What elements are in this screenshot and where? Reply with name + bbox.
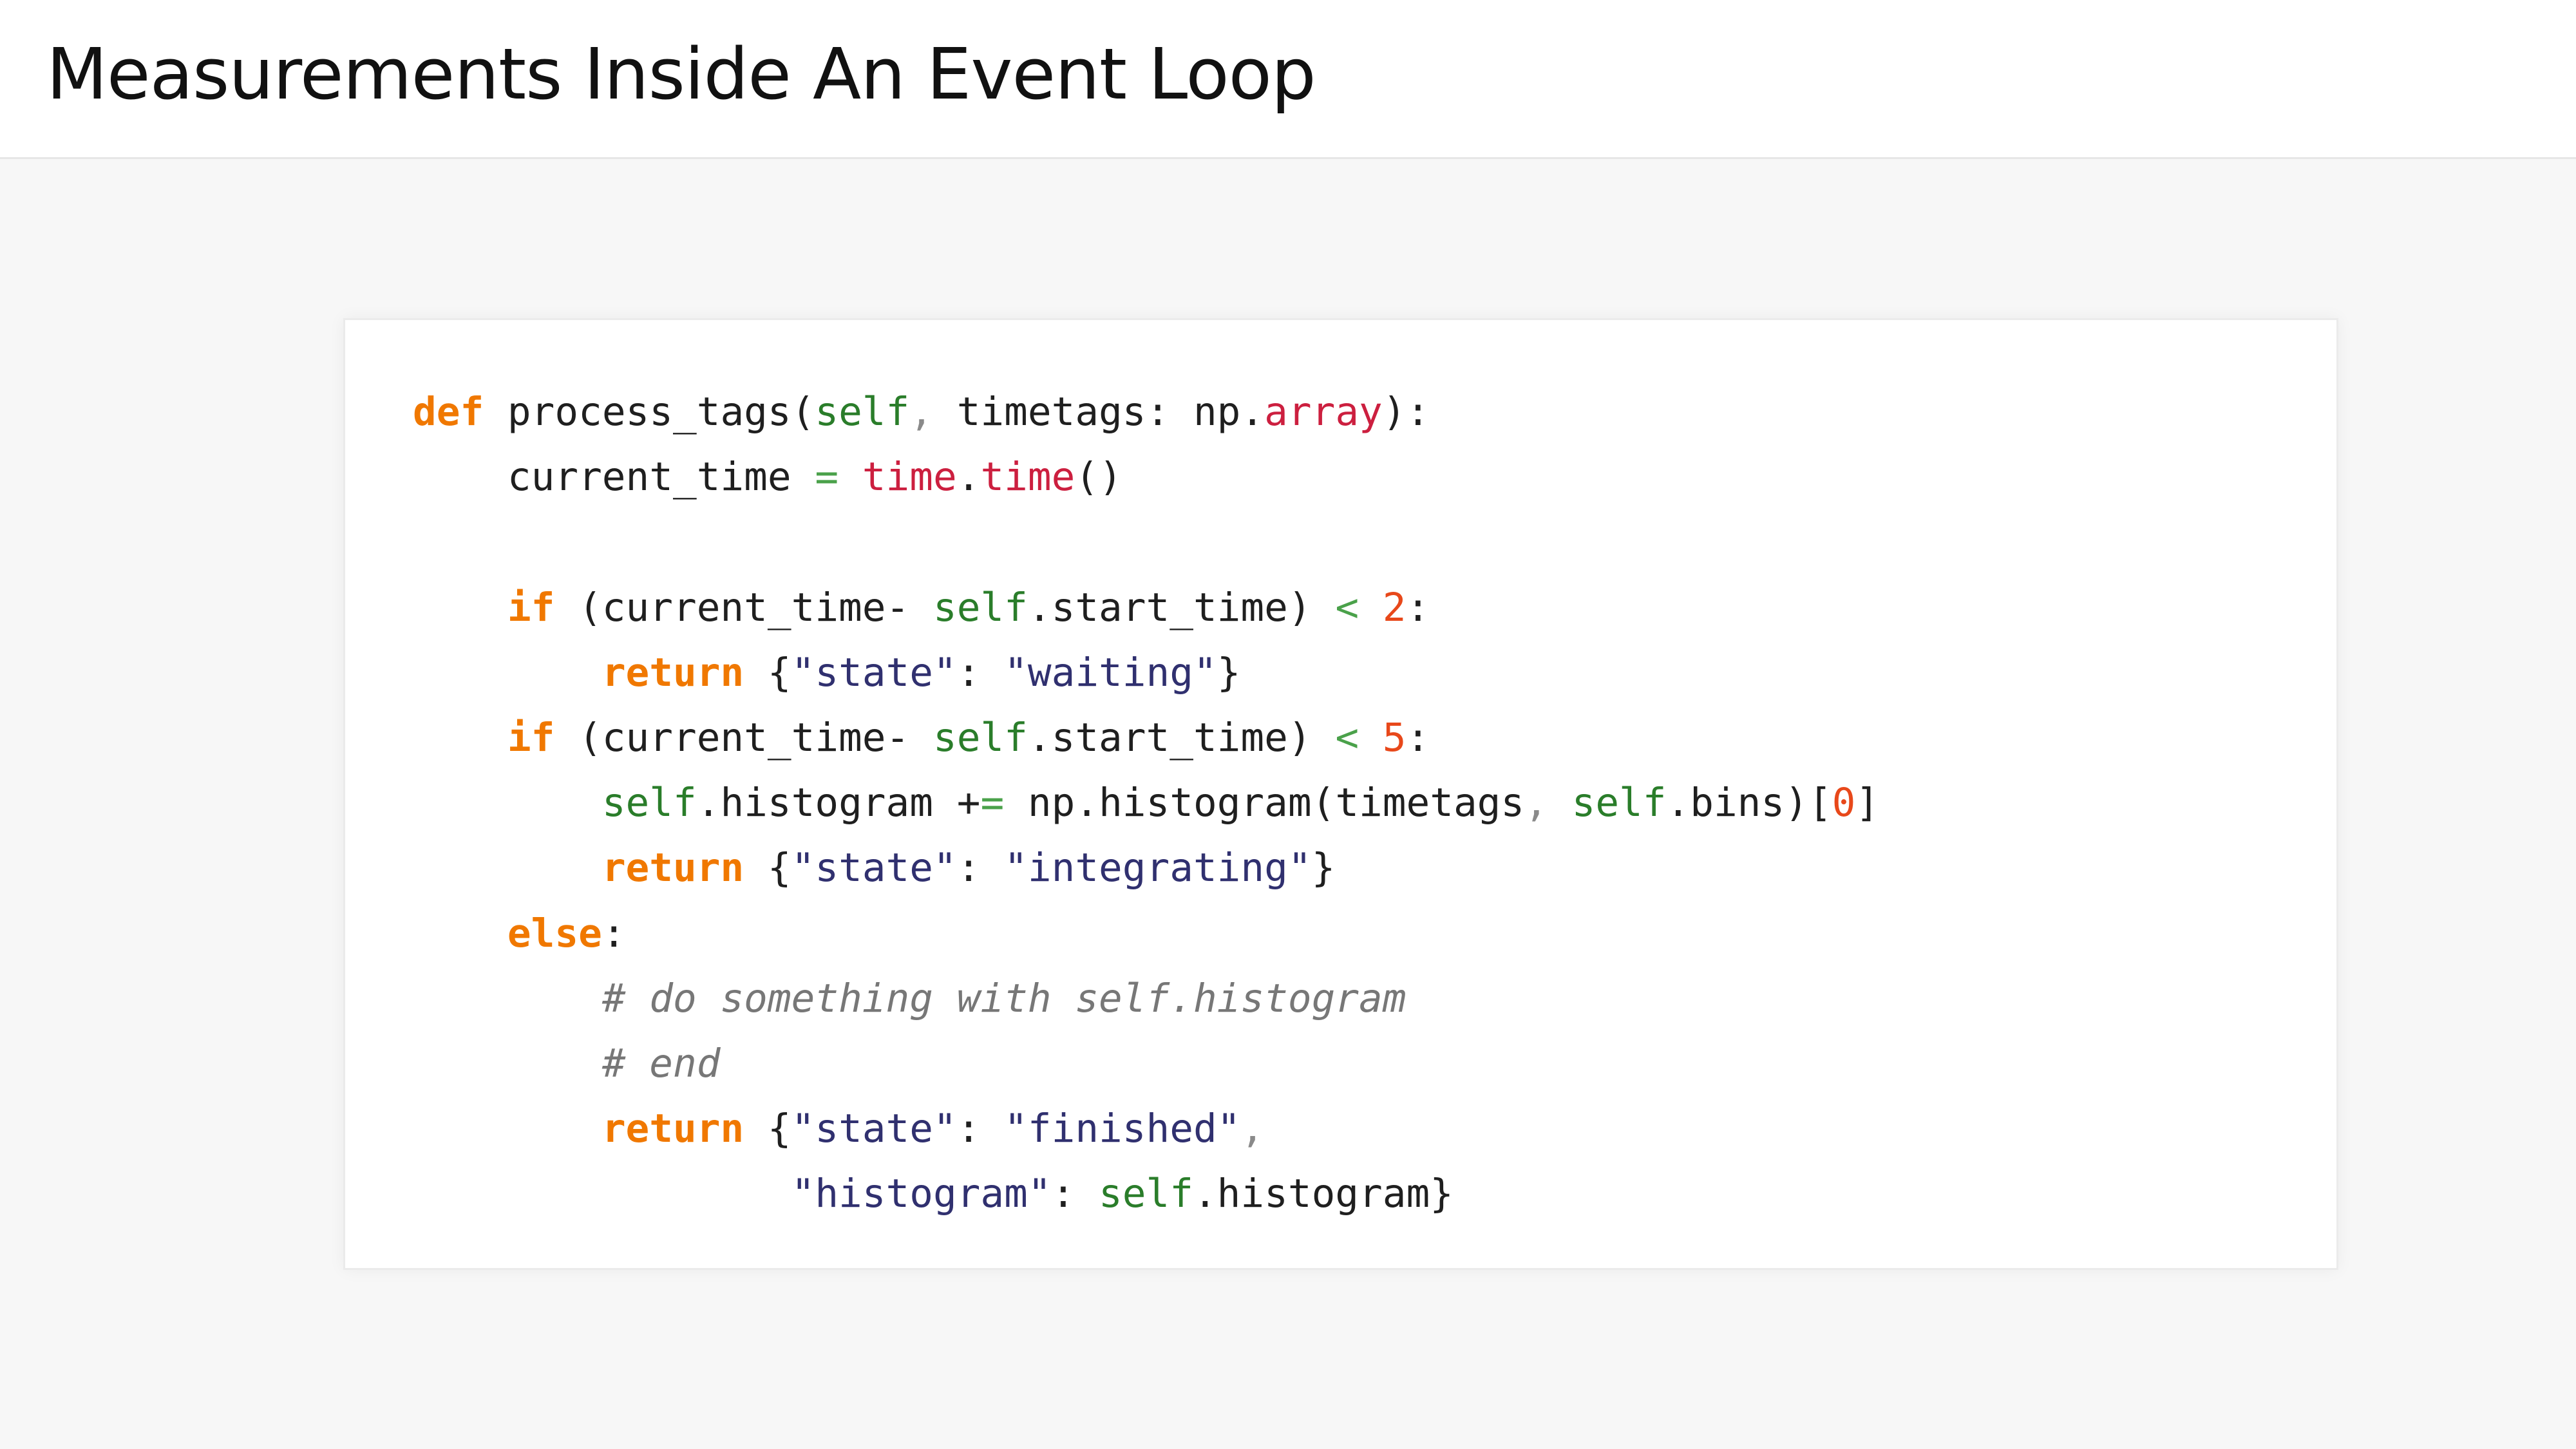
code-block: def process_tags(self, timetags: np.arra… xyxy=(413,379,1879,1226)
code-token: # do something with self.histogram xyxy=(601,975,1406,1021)
code-token: 5 xyxy=(1382,714,1406,761)
code-token: def xyxy=(413,389,484,435)
code-token: : xyxy=(956,649,1005,696)
code-token: return xyxy=(601,649,744,696)
code-line: return {"state": "integrating"} xyxy=(413,835,1879,900)
code-token: ] xyxy=(1855,780,1880,826)
code-token: self xyxy=(933,714,1028,761)
code-token: "histogram" xyxy=(791,1171,1052,1217)
code-line: self.histogram += np.histogram(timetags,… xyxy=(413,770,1879,835)
code-token: 2 xyxy=(1382,584,1406,630)
code-token: "state" xyxy=(791,1106,957,1152)
code-line: return {"state": "finished", xyxy=(413,1096,1879,1161)
code-token: if xyxy=(507,714,555,761)
code-line: else: xyxy=(413,901,1879,966)
code-token: process_tags( xyxy=(484,389,815,435)
code-token: .start_time) xyxy=(1027,584,1336,630)
code-token: self xyxy=(601,780,697,826)
code-token: } xyxy=(1217,649,1241,696)
code-token: < xyxy=(1335,714,1359,761)
code-token: "integrating" xyxy=(1004,845,1312,891)
code-token: : xyxy=(956,845,1005,891)
code-token: { xyxy=(744,1106,791,1152)
code-token: (current_time- xyxy=(554,714,933,761)
page-title: Measurements Inside An Event Loop xyxy=(46,33,1316,115)
title-bar: Measurements Inside An Event Loop xyxy=(0,0,2576,159)
code-token: time xyxy=(980,454,1075,500)
code-token: (current_time- xyxy=(554,584,933,630)
code-token: 0 xyxy=(1832,780,1856,826)
code-line: "histogram": self.histogram} xyxy=(413,1161,1879,1226)
code-line: if (current_time- self.start_time) < 5: xyxy=(413,705,1879,770)
code-token: return xyxy=(601,1106,744,1152)
code-token: + xyxy=(956,780,981,826)
code-token: self xyxy=(815,389,910,435)
code-token: () xyxy=(1075,454,1122,500)
code-token: np.histogram(timetags xyxy=(1004,780,1525,826)
code-token: < xyxy=(1335,584,1359,630)
code-token: if xyxy=(507,584,555,630)
code-token: ): xyxy=(1382,389,1430,435)
code-card: def process_tags(self, timetags: np.arra… xyxy=(343,318,2338,1270)
code-token: , xyxy=(909,389,933,435)
code-line: # do something with self.histogram xyxy=(413,966,1879,1031)
code-line: if (current_time- self.start_time) < 2: xyxy=(413,575,1879,640)
code-line: current_time = time.time() xyxy=(413,444,1879,509)
code-token: return xyxy=(601,845,744,891)
code-token: : xyxy=(1406,584,1430,630)
code-token: { xyxy=(744,845,791,891)
code-token: . xyxy=(956,454,981,500)
code-token: } xyxy=(1311,845,1336,891)
code-token: timetags: np. xyxy=(933,389,1265,435)
code-token: , xyxy=(1240,1106,1265,1152)
code-token: "state" xyxy=(791,845,957,891)
code-token: self xyxy=(933,584,1028,630)
code-token: = xyxy=(980,780,1005,826)
code-token: self xyxy=(1099,1171,1193,1217)
code-token: .start_time) xyxy=(1027,714,1336,761)
code-token: { xyxy=(744,649,791,696)
code-token: self xyxy=(1571,780,1667,826)
code-token: "waiting" xyxy=(1004,649,1217,696)
code-token: : xyxy=(1051,1171,1099,1217)
code-token: current_time xyxy=(413,454,815,500)
code-token: else xyxy=(507,910,602,956)
code-token: "state" xyxy=(791,649,957,696)
code-token: array xyxy=(1264,389,1383,435)
code-token: : xyxy=(601,910,626,956)
code-token: "finished" xyxy=(1004,1106,1241,1152)
code-token: # end xyxy=(601,1040,721,1086)
code-token: time xyxy=(862,454,957,500)
code-token: , xyxy=(1524,780,1548,826)
code-line: def process_tags(self, timetags: np.arra… xyxy=(413,379,1879,444)
code-line: # end xyxy=(413,1031,1879,1096)
code-token: .histogram xyxy=(696,780,957,826)
code-line: return {"state": "waiting"} xyxy=(413,640,1879,705)
code-token: .histogram} xyxy=(1193,1171,1454,1217)
code-token: : xyxy=(1406,714,1430,761)
code-token: : xyxy=(956,1106,1005,1152)
code-token: = xyxy=(815,454,839,500)
code-token: .bins)[ xyxy=(1666,780,1832,826)
